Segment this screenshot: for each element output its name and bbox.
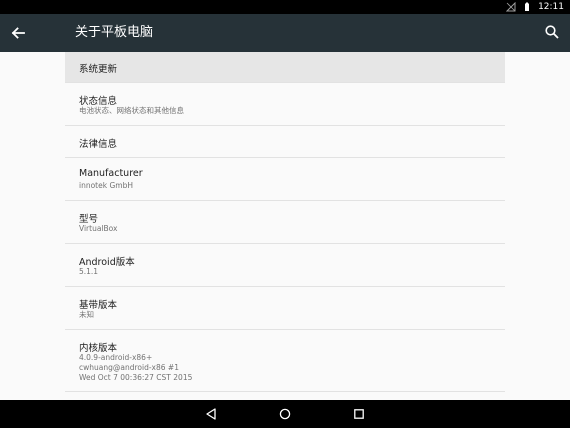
list-item-system-update[interactable]: 系统更新 (65, 52, 505, 83)
home-circle-icon[interactable] (278, 407, 292, 421)
list-item-status-info[interactable]: 状态信息 电池状态、网络状态和其他信息 (65, 83, 505, 126)
status-time: 12:11 (538, 2, 564, 12)
item-title: Android版本 (79, 257, 135, 268)
item-subtitle-line: 4.0.9-android-x86+ (79, 353, 153, 362)
settings-content: 系统更新 状态信息 电池状态、网络状态和其他信息 法律信息 Manufactur… (0, 52, 570, 400)
list-item-kernel-version[interactable]: 内核版本 4.0.9-android-x86+ cwhuang@android-… (65, 330, 505, 392)
item-subtitle: VirtualBox (79, 224, 118, 233)
item-title: 型号 (79, 214, 99, 225)
item-title: 法律信息 (79, 139, 118, 150)
item-title: 内核版本 (79, 343, 118, 354)
item-title: 基带版本 (79, 300, 118, 311)
item-subtitle: 未知 (79, 310, 94, 319)
item-title: 状态信息 (79, 96, 118, 107)
item-subtitle-line: cwhuang@android-x86 #1 (79, 363, 179, 372)
recents-square-icon[interactable] (352, 407, 366, 421)
list-item-model[interactable]: 型号 VirtualBox (65, 201, 505, 244)
item-title: 系统更新 (79, 64, 118, 75)
battery-icon (525, 2, 530, 11)
status-icons: 12:11 (506, 0, 564, 14)
status-bar: 12:11 (0, 0, 570, 14)
list-item-baseband-version[interactable]: 基带版本 未知 (65, 287, 505, 330)
item-title: Manufacturer (79, 168, 143, 179)
item-subtitle: 5.1.1 (79, 267, 99, 276)
back-triangle-icon[interactable] (204, 407, 218, 421)
item-subtitle-line: Wed Oct 7 00:36:27 CST 2015 (79, 373, 193, 382)
item-subtitle: innotek GmbH (79, 181, 133, 190)
list-item-android-version[interactable]: Android版本 5.1.1 (65, 244, 505, 287)
list-item-manufacturer[interactable]: Manufacturer innotek GmbH (65, 158, 505, 201)
item-subtitle: 电池状态、网络状态和其他信息 (79, 106, 184, 115)
no-signal-icon (506, 2, 516, 12)
page-title: 关于平板电脑 (75, 25, 154, 40)
search-icon[interactable] (544, 24, 560, 40)
navigation-bar (0, 400, 570, 428)
list-item-legal-info[interactable]: 法律信息 (65, 126, 505, 158)
arrow-back-icon[interactable] (8, 23, 28, 43)
app-toolbar: 关于平板电脑 (0, 14, 570, 52)
settings-list: 系统更新 状态信息 电池状态、网络状态和其他信息 法律信息 Manufactur… (65, 52, 505, 392)
